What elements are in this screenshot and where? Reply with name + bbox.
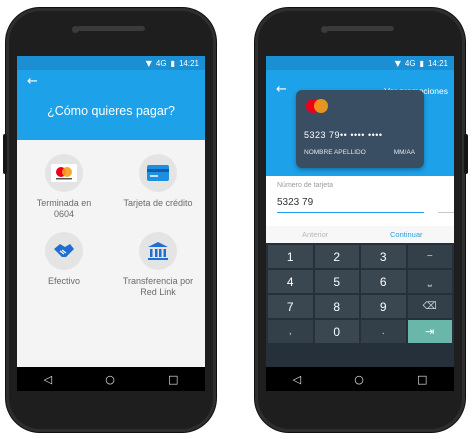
- nav-back-icon[interactable]: ◁: [44, 373, 52, 386]
- nav-home-icon[interactable]: ○: [354, 373, 364, 386]
- card-expiry: MM/AA: [393, 149, 415, 156]
- option-cash[interactable]: Efectivo: [19, 232, 109, 287]
- nav-recents-icon[interactable]: □: [168, 373, 178, 386]
- bank-icon: [139, 232, 177, 270]
- next-field-underline[interactable]: [438, 212, 454, 213]
- earpiece: [77, 26, 145, 31]
- key-8[interactable]: 8: [314, 295, 359, 318]
- network-label: 4G: [155, 58, 167, 68]
- credit-card-icon: [139, 154, 177, 192]
- network-label: 4G: [404, 58, 416, 68]
- key-comma[interactable]: ,: [268, 320, 313, 343]
- android-nav-bar: ◁ ○ □: [17, 367, 205, 391]
- backspace-icon[interactable]: ⌫: [407, 295, 452, 318]
- option-label: Tarjeta de crédito: [123, 198, 193, 208]
- clock: 14:21: [427, 58, 448, 68]
- signal-icon: ▼: [394, 58, 401, 68]
- payment-options: Terminada en 0604 Tarjeta de crédito Efe…: [17, 140, 205, 367]
- card-number-label: Número de tarjeta: [277, 182, 334, 189]
- next-field-key-icon[interactable]: ⇥: [407, 320, 452, 343]
- card-holder-name: NOMBRE APELLIDO: [304, 149, 366, 156]
- key-1[interactable]: 1: [268, 245, 313, 268]
- option-credit-card[interactable]: Tarjeta de crédito: [113, 154, 203, 209]
- battery-icon: ▮: [170, 58, 175, 68]
- status-bar: ▼ 4G ▮ 14:21: [266, 56, 454, 70]
- camera: [321, 26, 328, 33]
- key-0[interactable]: 0: [314, 320, 359, 343]
- input-underline: [277, 212, 424, 213]
- android-nav-bar: ◁ ○ □: [266, 367, 454, 391]
- status-bar: ▼ 4G ▮ 14:21: [17, 56, 205, 70]
- form-actions: Anterior Continuar: [266, 226, 454, 243]
- option-label: Efectivo: [47, 276, 80, 286]
- card-form: Número de tarjeta 5323 79: [266, 176, 454, 226]
- side-button: [3, 134, 7, 174]
- back-arrow-icon[interactable]: ←: [27, 74, 38, 89]
- option-label: Terminada en 0604: [36, 198, 92, 219]
- back-arrow-icon[interactable]: ←: [276, 82, 287, 97]
- nav-recents-icon[interactable]: □: [417, 373, 427, 386]
- nav-home-icon[interactable]: ○: [105, 373, 115, 386]
- key-space[interactable]: ⎵: [407, 270, 452, 293]
- option-card-0604[interactable]: Terminada en 0604: [19, 154, 109, 220]
- phone-right: ▼ 4G ▮ 14:21 ← Ver promociones 5323 79••…: [255, 8, 468, 432]
- clock: 14:21: [178, 58, 199, 68]
- phone-left: ▼ 4G ▮ 14:21 ← ¿Cómo quieres pagar? Term…: [3, 8, 216, 432]
- mastercard-icon: [45, 154, 83, 192]
- key-2[interactable]: 2: [314, 245, 359, 268]
- key-3[interactable]: 3: [361, 245, 406, 268]
- key-7[interactable]: 7: [268, 295, 313, 318]
- continue-button[interactable]: Continuar: [390, 230, 423, 239]
- numeric-keypad: 1 2 3 − 4 5 6 ⎵ 7 8 9 ⌫ , 0 . ⇥: [266, 243, 454, 367]
- nav-back-icon[interactable]: ◁: [293, 373, 301, 386]
- battery-icon: ▮: [419, 58, 424, 68]
- app-header: ← ¿Cómo quieres pagar?: [17, 70, 205, 140]
- key-5[interactable]: 5: [314, 270, 359, 293]
- previous-button[interactable]: Anterior: [302, 230, 328, 239]
- mastercard-logo-icon: [306, 99, 328, 113]
- screen-payment-method: ▼ 4G ▮ 14:21 ← ¿Cómo quieres pagar? Term…: [17, 56, 205, 391]
- card-number-display: 5323 79•• •••• ••••: [304, 130, 383, 140]
- side-button: [464, 134, 468, 174]
- page-title: ¿Cómo quieres pagar?: [47, 104, 175, 118]
- key-period[interactable]: .: [361, 320, 406, 343]
- credit-card-preview: 5323 79•• •••• •••• NOMBRE APELLIDO MM/A…: [296, 90, 424, 168]
- key-minus[interactable]: −: [407, 245, 452, 268]
- key-6[interactable]: 6: [361, 270, 406, 293]
- key-9[interactable]: 9: [361, 295, 406, 318]
- option-red-link[interactable]: Transferencia por Red Link: [113, 232, 203, 298]
- key-4[interactable]: 4: [268, 270, 313, 293]
- earpiece: [326, 26, 394, 31]
- camera: [72, 26, 79, 33]
- handshake-icon: [45, 232, 83, 270]
- option-label: Transferencia por Red Link: [122, 276, 194, 297]
- screen-card-entry: ▼ 4G ▮ 14:21 ← Ver promociones 5323 79••…: [266, 56, 454, 391]
- card-number-input[interactable]: 5323 79: [277, 197, 313, 208]
- signal-icon: ▼: [145, 58, 152, 68]
